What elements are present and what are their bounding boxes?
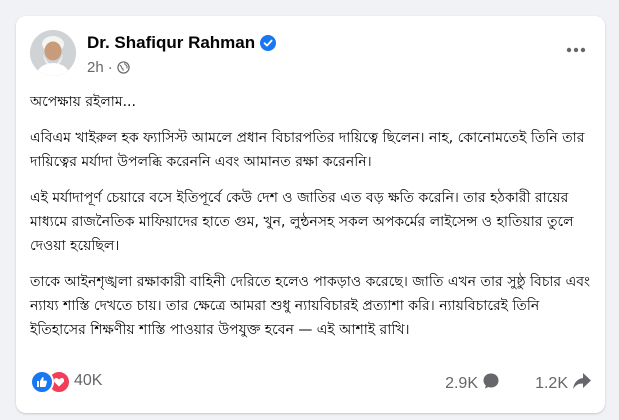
share-icon — [568, 372, 592, 395]
share-count-button[interactable]: 1.2K — [535, 372, 592, 395]
post-body: অপেক্ষায় রইলাম... এবিএম খাইরুল হক ফ্যাস… — [30, 90, 592, 354]
comment-count-button[interactable]: 2.9K — [445, 372, 500, 395]
like-reaction-icon — [30, 370, 54, 394]
verified-badge-icon — [260, 35, 277, 51]
post-paragraph-3: এই মর্যাদাপূর্ণ চেয়ারে বসে ইতিপূর্বে কে… — [30, 190, 574, 254]
post-paragraph-1: অপেক্ষায় রইলাম... — [30, 94, 136, 110]
share-count: 1.2K — [535, 374, 568, 392]
post-meta: 2h · — [87, 59, 130, 76]
post-header: Dr. Shafiqur Rahman 2h · — [30, 26, 590, 86]
reaction-icons — [30, 370, 71, 394]
reaction-count: 40K — [74, 372, 103, 389]
globe-icon — [117, 61, 130, 74]
comment-count: 2.9K — [445, 374, 478, 392]
post-paragraph-2: এবিএম খাইরুল হক ফ্যাসিস্ট আমলে প্রধান বি… — [30, 130, 585, 170]
author-name-row: Dr. Shafiqur Rahman — [87, 33, 277, 53]
post-card: Dr. Shafiqur Rahman 2h · অপেক্ষায় রইলাম… — [16, 16, 605, 413]
avatar[interactable] — [30, 30, 76, 76]
post-footer: 40K 2.9K 1.2K — [30, 368, 592, 398]
comment-icon — [478, 372, 500, 395]
post-time[interactable]: 2h — [87, 59, 104, 76]
reactions-summary[interactable]: 40K — [30, 370, 103, 394]
author-name[interactable]: Dr. Shafiqur Rahman — [87, 33, 255, 53]
post-paragraph-4: তাকে আইনশৃঙ্খলা রক্ষাকারী বাহিনী দেরিতে … — [30, 274, 591, 338]
more-options-icon[interactable] — [562, 36, 590, 64]
meta-separator: · — [107, 59, 113, 76]
